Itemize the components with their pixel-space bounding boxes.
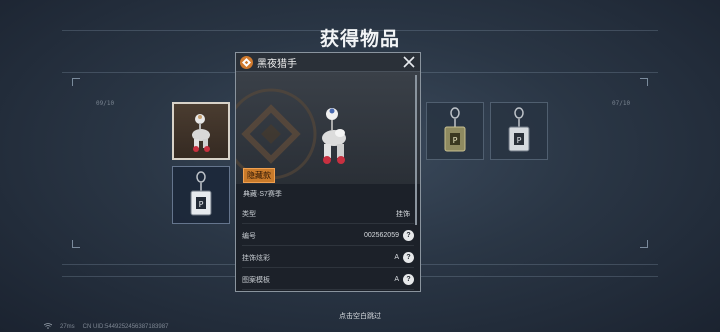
help-icon[interactable]: ?	[403, 252, 414, 263]
dialog-header: 黑夜猎手	[236, 53, 420, 72]
item-detail-dialog: 黑夜猎手 隐藏款 典藏·S7赛季 类型 挂饰 编号 002562059? 挂饰炫彩 A? 图…	[235, 52, 421, 292]
attribute-row: 类型 挂饰	[242, 204, 414, 224]
attribute-row: 编号 002562059?	[242, 226, 414, 246]
uid-text: CN UID:5449252456387183987	[82, 324, 169, 330]
help-icon[interactable]: ?	[403, 274, 414, 285]
charm-pendant-icon: P	[190, 171, 212, 216]
scrollbar[interactable]	[415, 75, 417, 225]
item-slot[interactable]: P	[490, 102, 548, 160]
hunter-figure-icon	[322, 108, 346, 164]
attribute-list: 类型挂饰编号002562059?挂饰炫彩A?图案模板A?附加配饰?	[236, 204, 420, 291]
attribute-value: 002562059	[363, 232, 399, 239]
attribute-row: 图案模板 A?	[242, 270, 414, 290]
corner-mark	[640, 240, 648, 248]
page-title: 获得物品	[319, 29, 400, 50]
side-label: 09/10	[96, 100, 115, 107]
help-icon[interactable]: ?	[403, 230, 414, 241]
attribute-value: A	[394, 254, 399, 261]
attribute-value: 挂饰	[396, 210, 410, 218]
close-button[interactable]	[400, 53, 418, 71]
rarity-badge: 隐藏款	[243, 168, 275, 183]
ping-value: 27ms	[60, 324, 75, 330]
attribute-value: A	[394, 276, 399, 283]
corner-mark	[72, 240, 80, 248]
charm-pendant-icon: P	[444, 107, 466, 152]
item-name: 黑夜猎手	[257, 58, 297, 70]
skip-hint[interactable]: 点击空白跳过	[0, 311, 720, 321]
svg-text:P: P	[199, 200, 204, 209]
item-slot-selected[interactable]	[172, 102, 230, 160]
attribute-label: 类型	[242, 210, 256, 218]
close-icon	[403, 56, 415, 68]
charm-pendant-icon: P	[508, 107, 530, 152]
svg-text:P: P	[517, 136, 522, 145]
corner-mark	[72, 78, 80, 86]
attribute-label: 挂饰炫彩	[242, 254, 270, 262]
attribute-row: 挂饰炫彩 A?	[242, 248, 414, 268]
attribute-label: 编号	[242, 232, 256, 240]
rarity-icon	[240, 55, 253, 69]
season-label: 典藏·S7赛季	[243, 191, 282, 198]
side-label: 07/10	[612, 100, 631, 107]
hunter-figure-icon	[192, 114, 210, 152]
item-slot[interactable]: P	[172, 166, 230, 224]
wifi-icon	[43, 323, 53, 331]
corner-mark	[640, 78, 648, 86]
item-preview: 隐藏款	[236, 72, 420, 184]
attribute-label: 图案模板	[242, 276, 270, 284]
status-bar: 27ms CN UID:5449252456387183987	[43, 323, 169, 331]
item-slot[interactable]: P	[426, 102, 484, 160]
svg-text:P: P	[453, 136, 458, 145]
